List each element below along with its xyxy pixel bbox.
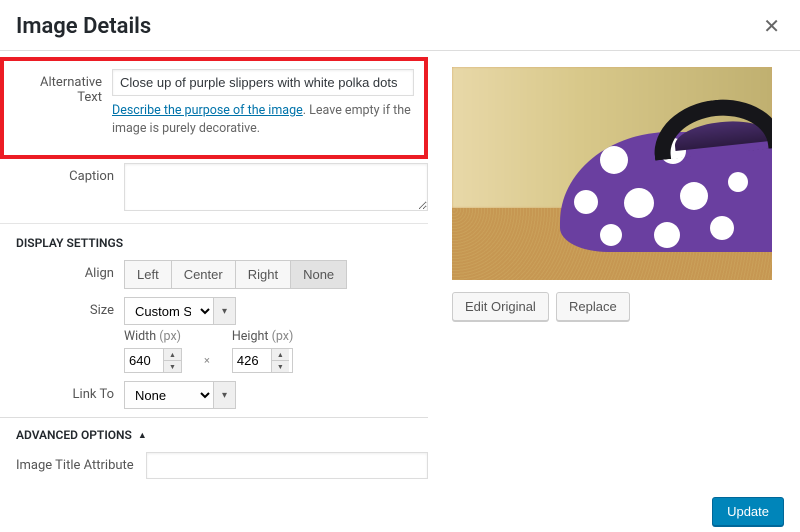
align-right-button[interactable]: Right — [236, 260, 291, 289]
alt-help-text: Describe the purpose of the image. Leave… — [112, 102, 414, 137]
align-center-button[interactable]: Center — [172, 260, 236, 289]
caption-label: Caption — [16, 163, 124, 184]
update-button[interactable]: Update — [712, 497, 784, 526]
modal-footer: Update — [0, 490, 800, 532]
align-group: Left Center Right None — [124, 260, 347, 289]
size-select[interactable]: Custom Size — [124, 297, 214, 325]
link-to-select[interactable]: None — [124, 381, 214, 409]
title-attr-input[interactable] — [146, 452, 428, 479]
caption-input[interactable] — [124, 163, 428, 211]
height-label: Height (px) — [232, 329, 293, 344]
align-none-button[interactable]: None — [291, 260, 347, 289]
width-label: Width (px) — [124, 329, 182, 344]
chevron-down-icon[interactable]: ▾ — [214, 297, 236, 325]
alt-text-label: Alternative Text — [30, 69, 112, 105]
multiply-icon: × — [202, 354, 212, 373]
advanced-options-toggle[interactable]: ADVANCED OPTIONS ▲ — [0, 417, 428, 452]
image-preview — [452, 67, 772, 280]
height-stepper[interactable]: ▲▼ — [271, 349, 289, 372]
width-input[interactable] — [125, 349, 163, 372]
modal-header: Image Details ✕ — [0, 0, 800, 51]
alt-help-link[interactable]: Describe the purpose of the image — [112, 103, 303, 118]
display-settings-heading: DISPLAY SETTINGS — [0, 224, 428, 260]
align-label: Align — [16, 260, 124, 281]
close-icon[interactable]: ✕ — [759, 10, 784, 42]
height-input[interactable] — [233, 349, 271, 372]
width-stepper[interactable]: ▲▼ — [163, 349, 181, 372]
title-attr-label: Image Title Attribute — [16, 452, 146, 473]
edit-original-button[interactable]: Edit Original — [452, 292, 549, 321]
alt-text-highlight: Alternative Text Describe the purpose of… — [0, 57, 428, 159]
link-to-label: Link To — [16, 381, 124, 402]
size-label: Size — [16, 297, 124, 318]
caret-up-icon: ▲ — [138, 430, 147, 441]
modal-title: Image Details — [16, 14, 151, 39]
alt-text-input[interactable] — [112, 69, 414, 96]
align-left-button[interactable]: Left — [124, 260, 172, 289]
replace-button[interactable]: Replace — [556, 292, 630, 321]
chevron-down-icon[interactable]: ▾ — [214, 381, 236, 409]
